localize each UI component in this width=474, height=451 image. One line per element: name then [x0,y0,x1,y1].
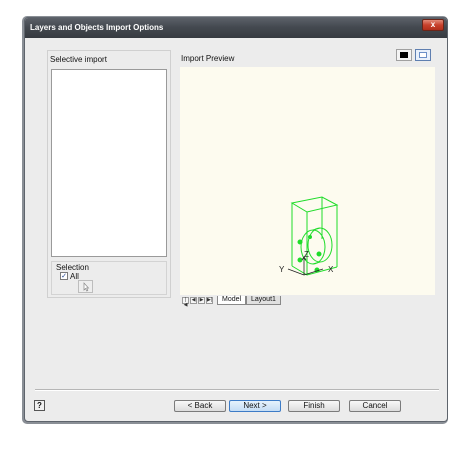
footer-separator [35,389,439,391]
import-options-dialog: Layers and Objects Import Options x Sele… [24,17,448,422]
layout-tab-bar: |◀ ◀ ▶ ▶| Model Layout1 [180,295,435,308]
title-bar[interactable]: Layers and Objects Import Options x [25,18,447,38]
next-button[interactable]: Next > [229,400,281,412]
selective-import-label: Selective import [50,55,107,64]
tab-layout1[interactable]: Layout1 [246,296,281,305]
first-tab-button[interactable]: |◀ [182,297,189,308]
selection-label: Selection [56,263,89,272]
cursor-select-icon [83,282,90,292]
help-icon: ? [37,401,42,410]
white-background-toggle[interactable] [415,49,431,61]
close-button[interactable]: x [422,19,444,31]
white-swatch-icon [419,52,427,58]
z-axis-label: Z [304,250,309,259]
all-checkbox[interactable]: ✓ [60,272,68,280]
help-button[interactable]: ? [34,400,45,411]
import-preview-label: Import Preview [181,54,235,63]
next-tab-button[interactable]: ▶ [198,297,205,304]
layer-object-list[interactable] [51,69,167,257]
black-background-toggle[interactable] [396,49,412,61]
x-axis-label: X [328,265,334,274]
previous-tab-button[interactable]: ◀ [190,297,197,304]
finish-button[interactable]: Finish [288,400,340,412]
selective-import-panel: Selective import Selection ✓ All [47,50,171,298]
preview-viewport[interactable]: Z Y X [180,67,435,295]
selection-group: Selection ✓ All [51,261,167,295]
cancel-button[interactable]: Cancel [349,400,401,412]
back-button[interactable]: < Back [174,400,226,412]
preview-drawing: Z Y X [279,196,339,276]
select-objects-button[interactable] [78,280,93,293]
black-swatch-icon [400,52,408,58]
tab-model[interactable]: Model [217,296,247,305]
close-icon: x [430,20,436,29]
last-tab-button[interactable]: ▶| [206,297,213,304]
y-axis-label: Y [279,265,285,274]
model-wireframe [290,196,339,276]
dialog-title: Layers and Objects Import Options [30,23,164,32]
